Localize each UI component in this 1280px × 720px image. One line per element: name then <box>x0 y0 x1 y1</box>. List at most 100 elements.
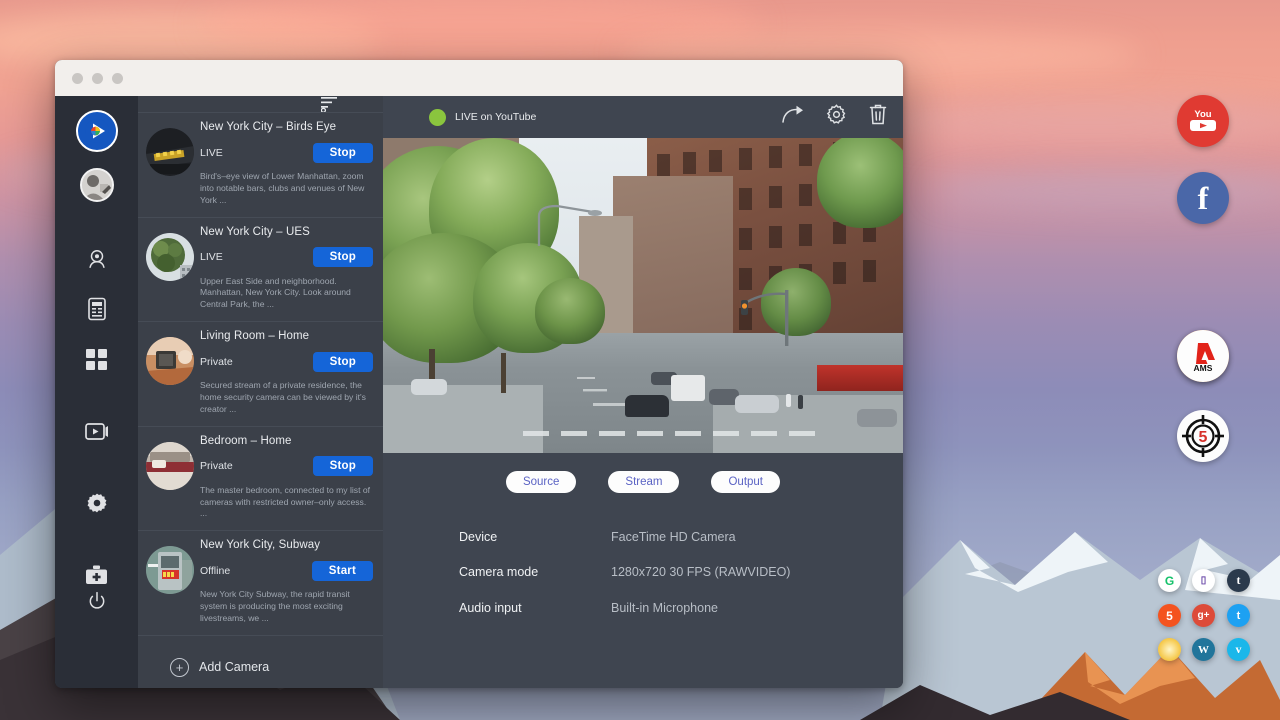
preview-car <box>625 395 669 417</box>
crosshair-five-icon: 5 <box>1180 413 1226 459</box>
list-item[interactable]: Bedroom – Home Private Stop The master b… <box>138 427 383 532</box>
svg-text:5: 5 <box>1199 429 1208 446</box>
living-room-thumb-icon <box>146 337 194 385</box>
gear-icon[interactable] <box>826 104 847 130</box>
vimeo-icon[interactable]: v <box>1227 638 1250 661</box>
camera-thumbnail <box>146 546 194 594</box>
avatar-icon <box>82 170 112 200</box>
camera-action-button[interactable]: Stop <box>313 143 373 163</box>
live-status: LIVE on YouTube <box>429 109 536 126</box>
sidebar-item-cameras[interactable] <box>82 244 112 274</box>
list-item[interactable]: New York City, Subway Offline Start New … <box>138 531 383 636</box>
five-icon[interactable]: 5 <box>1158 604 1181 627</box>
camera-status-row: Private Stop <box>200 351 373 372</box>
detail-row-camera-mode: Camera mode 1280x720 30 FPS (RAWVIDEO) <box>459 555 903 591</box>
sun-icon[interactable] <box>1158 638 1181 661</box>
preview-pedestrian <box>786 394 791 407</box>
twitter-icon[interactable]: t <box>1227 604 1250 627</box>
camera-list: New York City – Birds Eye LIVE Stop Bird… <box>138 112 383 636</box>
tab-source[interactable]: Source <box>506 471 576 493</box>
mobile-device-icon <box>87 297 107 321</box>
tab-stream[interactable]: Stream <box>608 471 679 493</box>
svg-text:AMS: AMS <box>1194 363 1213 373</box>
plus-circle-icon: + <box>170 658 189 677</box>
subway-thumb-icon <box>146 546 194 594</box>
video-preview[interactable] <box>383 138 903 453</box>
avatar[interactable] <box>80 168 114 202</box>
share-icon[interactable] <box>782 105 804 129</box>
minimize-button[interactable] <box>92 73 103 84</box>
camera-thumbnail <box>146 128 194 176</box>
aerial-night-thumb-icon <box>146 128 194 176</box>
live-status-label: LIVE on YouTube <box>455 111 536 123</box>
preview-traffic-signal <box>725 286 815 346</box>
tumblr-icon[interactable]: t <box>1227 569 1250 592</box>
detail-label: Device <box>459 530 611 544</box>
preview-truck <box>671 375 705 401</box>
detail-value[interactable]: Built-in Microphone <box>611 601 718 615</box>
preview-tree <box>817 138 903 228</box>
google-plus-icon[interactable]: g+ <box>1192 604 1215 627</box>
park-green-thumb-icon <box>146 233 194 281</box>
add-camera-button[interactable]: + Add Camera <box>138 636 383 688</box>
camera-title: New York City – UES <box>200 226 373 238</box>
cloud <box>200 0 760 60</box>
webcam-icon <box>86 248 108 270</box>
camera-description: Bird's–eye view of Lower Manhattan, zoom… <box>200 171 373 207</box>
detail-label: Audio input <box>459 601 611 615</box>
detail-row-device: Device FaceTime HD Camera <box>459 519 903 555</box>
twitch-icon[interactable]: ▯ <box>1192 569 1215 592</box>
window-titlebar <box>55 60 903 96</box>
source-details: Device FaceTime HD Camera Camera mode 12… <box>383 493 903 626</box>
camera-title: New York City – Birds Eye <box>200 121 373 133</box>
sidebar-rail <box>55 96 138 688</box>
target-five-icon[interactable]: 5 <box>1177 410 1229 462</box>
preview-sidewalk-left <box>383 385 543 453</box>
camera-title: Living Room – Home <box>200 330 373 342</box>
camera-status: Offline <box>200 565 230 577</box>
detail-value[interactable]: FaceTime HD Camera <box>611 530 736 544</box>
facebook-icon[interactable]: f <box>1177 172 1229 224</box>
youtube-icon[interactable]: You <box>1177 95 1229 147</box>
camera-status-row: LIVE Stop <box>200 142 373 163</box>
preview-car <box>411 379 447 395</box>
camera-action-button[interactable]: Stop <box>313 247 373 267</box>
list-item[interactable]: New York City – UES LIVE Stop Upper East… <box>138 218 383 323</box>
camera-thumbnail <box>146 233 194 281</box>
sort-icon[interactable] <box>321 96 339 112</box>
adobe-logo-icon: AMS <box>1184 339 1222 373</box>
sidebar-item-device[interactable] <box>82 294 112 324</box>
close-button[interactable] <box>72 73 83 84</box>
tab-output[interactable]: Output <box>711 471 780 493</box>
camera-action-button[interactable]: Stop <box>313 456 373 476</box>
sidebar-item-settings[interactable] <box>82 488 112 518</box>
list-item[interactable]: Living Room – Home Private Stop Secured … <box>138 322 383 427</box>
trash-icon[interactable] <box>869 104 887 130</box>
adobe-ams-icon[interactable]: AMS <box>1177 330 1229 382</box>
preview-tree <box>535 278 605 344</box>
power-icon <box>87 591 107 611</box>
wordpress-icon[interactable]: W <box>1192 638 1215 661</box>
youtube-glyph-icon: You <box>1185 106 1221 136</box>
maximize-button[interactable] <box>112 73 123 84</box>
camera-status: LIVE <box>200 147 223 159</box>
desktop: New York City – Birds Eye LIVE Stop Bird… <box>0 0 1280 720</box>
sidebar-item-player[interactable] <box>82 416 112 446</box>
sidebar-item-apps[interactable] <box>82 344 112 374</box>
camera-list-column: New York City – Birds Eye LIVE Stop Bird… <box>138 96 383 688</box>
app-body: New York City – Birds Eye LIVE Stop Bird… <box>55 96 903 688</box>
camera-action-button[interactable]: Start <box>312 561 373 581</box>
camera-action-button[interactable]: Stop <box>313 352 373 372</box>
preview-car <box>735 395 779 413</box>
app-logo[interactable] <box>76 110 118 152</box>
sidebar-item-power[interactable] <box>82 586 112 616</box>
add-camera-label: Add Camera <box>199 660 269 674</box>
list-item[interactable]: New York City – Birds Eye LIVE Stop Bird… <box>138 112 383 218</box>
preview-awning <box>817 365 903 391</box>
gear-icon <box>86 492 108 514</box>
camera-description: Secured stream of a private residence, t… <box>200 380 373 416</box>
camera-title: New York City, Subway <box>200 539 373 551</box>
detail-value[interactable]: 1280x720 30 FPS (RAWVIDEO) <box>611 565 790 579</box>
grammarly-icon[interactable]: G <box>1158 569 1181 592</box>
stream-toolbar: LIVE on YouTube <box>383 96 903 138</box>
